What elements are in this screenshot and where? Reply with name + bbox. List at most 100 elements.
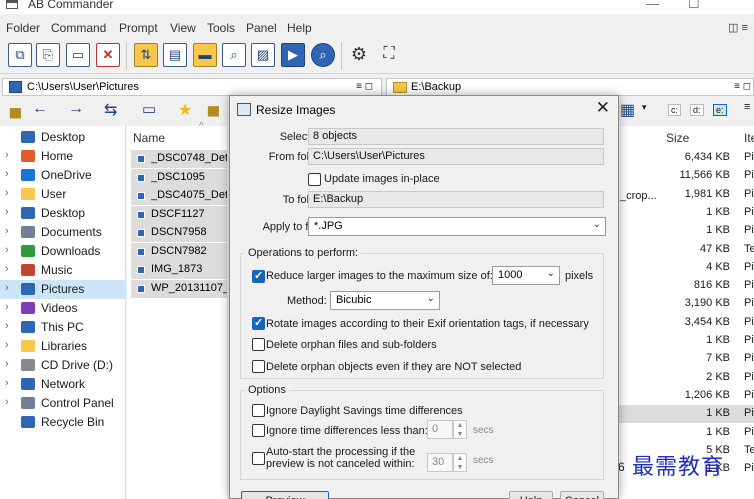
tree-item[interactable]: › Pictures	[0, 280, 126, 299]
move-button[interactable]: ⎘	[36, 43, 60, 67]
column-header-type[interactable]: Ite	[744, 131, 754, 153]
tree-item[interactable]: › Documents	[0, 223, 126, 242]
tree-item[interactable]: › CD Drive (D:)	[0, 356, 126, 375]
tree-item[interactable]: › Music	[0, 261, 126, 280]
chevron-right-icon[interactable]: ›	[5, 377, 9, 389]
chevron-down-icon[interactable]: ▾	[642, 102, 647, 113]
right-file-list[interactable]: Size Ite _crop... 6 6,434 KB Pi 11,566 KB P…	[618, 126, 754, 499]
favorites-star-icon[interactable]: ★	[178, 100, 192, 120]
drive-c-button[interactable]: c:	[668, 104, 682, 116]
chevron-right-icon[interactable]: ›	[5, 168, 9, 180]
chevron-right-icon[interactable]: ›	[5, 206, 9, 218]
sync-button[interactable]: ⇅	[134, 43, 158, 67]
ignore-dst-checkbox[interactable]	[252, 404, 265, 417]
selected-row-highlight[interactable]	[618, 405, 754, 424]
settings-button[interactable]: ⚙	[348, 43, 372, 67]
file-name-fragment[interactable]: _crop...	[620, 190, 657, 202]
file-row[interactable]: WP_20131107_0	[131, 279, 227, 298]
cancel-button[interactable]: Cancel	[560, 491, 604, 499]
rename-button[interactable]: ▭	[66, 43, 90, 67]
copy-button[interactable]: ⧉	[8, 43, 32, 67]
tree-item[interactable]: › Network	[0, 375, 126, 394]
column-header-size[interactable]: Size	[666, 131, 689, 153]
folder-up-icon[interactable]: ▅	[10, 102, 21, 119]
tree-item[interactable]: › Home	[0, 147, 126, 166]
file-row[interactable]: IMG_1873	[131, 261, 227, 279]
folder-tree[interactable]: Desktop › Home › OneDrive › User › Desktop › Docum…	[0, 126, 126, 499]
folder-icon[interactable]: ▅	[208, 100, 219, 117]
tree-item[interactable]: › OneDrive	[0, 166, 126, 185]
max-size-combo[interactable]: 1000 ⌄	[492, 266, 560, 285]
method-combo[interactable]: Bicubic ⌄	[330, 291, 440, 310]
find-button[interactable]: ⌕	[222, 43, 246, 67]
file-row[interactable]: _DSC0748_Deta	[131, 150, 227, 168]
tree-item[interactable]: › User	[0, 185, 126, 204]
chevron-right-icon[interactable]: ›	[5, 187, 9, 199]
new-folder-button[interactable]: ▬	[193, 43, 217, 67]
chevron-right-icon[interactable]: ›	[5, 244, 9, 256]
chevron-right-icon[interactable]: ›	[5, 225, 9, 237]
chevron-down-icon[interactable]: ⌄	[427, 293, 435, 304]
file-row[interactable]: _DSC4075_Deta	[131, 187, 227, 205]
back-icon[interactable]: ←	[32, 100, 48, 118]
arrow-down-icon[interactable]: ▼	[457, 464, 464, 471]
arrow-down-icon[interactable]: ▼	[457, 431, 464, 438]
menu-panel[interactable]: Panel	[246, 21, 277, 35]
command-prompt-button[interactable]: ▶	[281, 43, 305, 67]
ignore-time-checkbox[interactable]	[252, 424, 265, 437]
left-path-bar[interactable]: C:\Users\User\Pictures ≡ ◻	[2, 78, 382, 96]
ignore-time-spinner[interactable]: ▲ ▼	[453, 420, 467, 439]
menu-view[interactable]: View	[170, 21, 196, 35]
layout-icon[interactable]: ◫ ≡	[728, 21, 748, 34]
minimize-button[interactable]: —	[646, 0, 659, 11]
arrow-up-icon[interactable]: ▲	[457, 422, 464, 429]
to-folder-field[interactable]: E:\Backup	[308, 191, 604, 208]
file-row[interactable]: DSCN7982	[131, 242, 227, 261]
tree-item[interactable]: › Desktop	[0, 204, 126, 223]
tree-item[interactable]: › Videos	[0, 299, 126, 318]
tree-item[interactable]: › Control Panel	[0, 394, 126, 413]
forward-icon[interactable]: →	[68, 100, 84, 118]
menu-folder[interactable]: Folder	[6, 21, 40, 35]
chevron-down-icon[interactable]: ⌄	[547, 268, 555, 279]
computer-icon[interactable]: ▭	[142, 100, 156, 118]
menu-tools[interactable]: Tools	[207, 21, 235, 35]
image-button[interactable]: ▨	[251, 43, 275, 67]
autostart-input[interactable]: 30	[427, 453, 453, 472]
search-button[interactable]: ⌕	[311, 43, 335, 67]
menu-help[interactable]: Help	[287, 21, 312, 35]
menu-prompt[interactable]: Prompt	[119, 21, 158, 35]
chevron-right-icon[interactable]: ›	[5, 149, 9, 161]
ignore-time-input[interactable]: 0	[427, 420, 453, 439]
menu-command[interactable]: Command	[51, 21, 106, 35]
tree-item[interactable]: › Downloads	[0, 242, 126, 261]
chevron-right-icon[interactable]: ›	[5, 339, 9, 351]
file-row[interactable]: _DSC1095	[131, 168, 227, 187]
chevron-down-icon[interactable]: ⌄	[593, 219, 601, 230]
chevron-right-icon[interactable]: ›	[5, 396, 9, 408]
arrow-up-icon[interactable]: ▲	[457, 455, 464, 462]
apply-to-files-combo[interactable]: *.JPG ⌄	[308, 217, 606, 236]
resize-button[interactable]: ⛶	[378, 43, 402, 67]
file-row[interactable]: DSCN7958	[131, 224, 227, 242]
view-grid-icon[interactable]: ▦	[620, 100, 635, 120]
tree-item[interactable]: Recycle Bin	[0, 413, 126, 432]
right-path-bar[interactable]: E:\Backup ≡ ◻	[386, 78, 754, 96]
autostart-spinner[interactable]: ▲ ▼	[453, 453, 467, 472]
chevron-right-icon[interactable]: ›	[5, 263, 9, 275]
panel-menu-icon[interactable]: ≡ ◻	[356, 81, 373, 92]
rotate-exif-checkbox[interactable]	[252, 316, 265, 330]
chevron-right-icon[interactable]: ›	[5, 320, 9, 332]
maximize-button[interactable]: ☐	[688, 0, 700, 12]
panel-menu-icon[interactable]: ≡	[744, 101, 750, 113]
panel-menu-icon[interactable]: ≡ ◻	[734, 81, 751, 92]
tree-item[interactable]: › Libraries	[0, 337, 126, 356]
preview-button[interactable]: Preview	[241, 491, 329, 499]
chevron-right-icon[interactable]: ›	[5, 282, 9, 294]
file-row[interactable]: DSCF1127	[131, 205, 227, 224]
help-button[interactable]: Help	[509, 491, 553, 499]
update-inplace-checkbox[interactable]	[308, 173, 321, 186]
tree-item[interactable]: › This PC	[0, 318, 126, 337]
autostart-checkbox[interactable]	[252, 452, 265, 465]
drive-e-button[interactable]: e:	[713, 104, 727, 116]
